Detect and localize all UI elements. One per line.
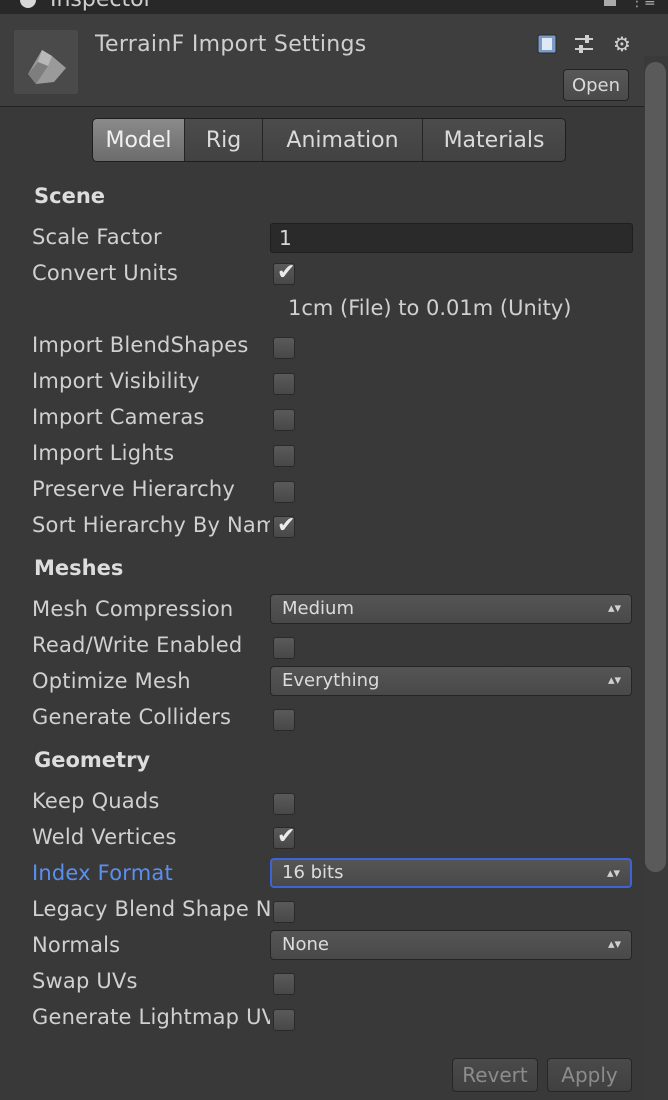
sort-hierarchy-checkbox[interactable]: ✔ (273, 513, 296, 538)
normals-dropdown[interactable]: None ▴▾ (270, 930, 632, 960)
tab-menu-icon[interactable]: ⋮≡ (630, 0, 656, 10)
gear-icon[interactable]: ⚙ (610, 32, 634, 56)
section-geometry: Geometry (34, 748, 151, 772)
tab-animation[interactable]: Animation (263, 119, 423, 161)
preserve-hierarchy-label: Preserve Hierarchy (32, 477, 236, 501)
legacy-blend-shape-label: Legacy Blend Shape Normals (32, 897, 270, 921)
updown-arrow-icon: ▴▾ (607, 601, 621, 616)
generate-lightmap-label: Generate Lightmap UVs (32, 1005, 270, 1029)
optimize-mesh-dropdown[interactable]: Everything ▴▾ (270, 666, 632, 696)
updown-arrow-icon: ▴▾ (607, 937, 621, 952)
scrollbar-thumb[interactable] (645, 62, 666, 872)
revert-button[interactable]: Revert (452, 1058, 538, 1092)
weld-vertices-label: Weld Vertices (32, 825, 177, 849)
open-button[interactable]: Open (563, 69, 629, 101)
import-blendshapes-label: Import BlendShapes (32, 333, 249, 357)
tab-materials[interactable]: Materials (423, 119, 565, 161)
import-lights-checkbox[interactable] (273, 445, 295, 467)
index-format-value: 16 bits (282, 862, 344, 883)
tab-rig[interactable]: Rig (185, 119, 263, 161)
checkmark-icon: ✔ (277, 260, 296, 285)
convert-units-note: 1cm (File) to 0.01m (Unity) (288, 296, 572, 320)
updown-arrow-icon: ▴▾ (607, 673, 621, 688)
import-blendshapes-checkbox[interactable] (273, 337, 295, 359)
tab-model[interactable]: Model (93, 119, 185, 161)
normals-value: None (282, 934, 329, 955)
import-cameras-checkbox[interactable] (273, 409, 295, 431)
import-visibility-checkbox[interactable] (273, 373, 295, 395)
generate-colliders-checkbox[interactable] (273, 709, 295, 731)
sliders-icon[interactable] (572, 32, 596, 56)
inspector-tab-title[interactable]: Inspector (50, 0, 153, 12)
book-icon[interactable] (535, 32, 559, 56)
swap-uvs-label: Swap UVs (32, 969, 138, 993)
scale-factor-label: Scale Factor (32, 225, 162, 249)
keep-quads-label: Keep Quads (32, 789, 160, 813)
section-scene: Scene (34, 184, 106, 208)
asset-title: TerrainF Import Settings (95, 32, 367, 57)
preserve-hierarchy-checkbox[interactable] (273, 481, 295, 503)
generate-lightmap-checkbox[interactable] (273, 1009, 295, 1031)
legacy-blend-shape-checkbox[interactable] (273, 901, 295, 923)
checkmark-icon: ✔ (277, 824, 296, 849)
updown-arrow-icon: ▴▾ (606, 866, 620, 881)
read-write-label: Read/Write Enabled (32, 633, 243, 657)
weld-vertices-checkbox[interactable]: ✔ (273, 824, 296, 849)
apply-button[interactable]: Apply (547, 1058, 632, 1092)
convert-units-label: Convert Units (32, 261, 179, 285)
asset-thumbnail (14, 30, 78, 94)
checkmark-icon: ✔ (277, 513, 296, 538)
lock-icon[interactable] (604, 0, 616, 6)
mesh-compression-label: Mesh Compression (32, 597, 234, 621)
scale-factor-input[interactable]: 1 (270, 223, 633, 253)
mesh-compression-dropdown[interactable]: Medium ▴▾ (270, 594, 632, 624)
swap-uvs-checkbox[interactable] (273, 973, 295, 995)
sort-hierarchy-label: Sort Hierarchy By Name (32, 513, 270, 537)
section-meshes: Meshes (34, 556, 124, 580)
mesh-compression-value: Medium (282, 598, 354, 619)
import-cameras-label: Import Cameras (32, 405, 205, 429)
index-format-label: Index Format (32, 861, 173, 885)
import-visibility-label: Import Visibility (32, 369, 200, 393)
keep-quads-checkbox[interactable] (273, 793, 295, 815)
asset-header: TerrainF Import Settings ⚙ Open (0, 14, 668, 107)
optimize-mesh-label: Optimize Mesh (32, 669, 191, 693)
import-lights-label: Import Lights (32, 441, 175, 465)
importer-tabs: Model Rig Animation Materials (92, 118, 566, 162)
generate-colliders-label: Generate Colliders (32, 705, 232, 729)
convert-units-checkbox[interactable]: ✔ (273, 260, 296, 285)
inspector-tab-icon (20, 0, 36, 8)
inspector-tab-strip: Inspector ⋮≡ (0, 0, 668, 14)
optimize-mesh-value: Everything (282, 670, 380, 691)
index-format-dropdown[interactable]: 16 bits ▴▾ (270, 858, 632, 888)
read-write-checkbox[interactable] (273, 637, 295, 659)
normals-label: Normals (32, 933, 121, 957)
